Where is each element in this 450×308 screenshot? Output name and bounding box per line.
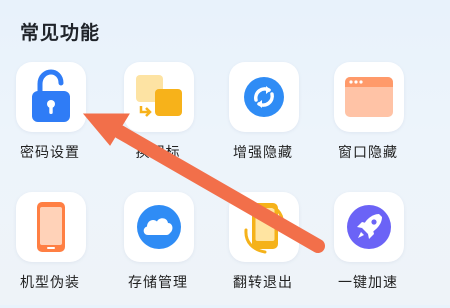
tile[interactable] [16,192,86,262]
feature-label: 增强隐藏 [233,145,293,161]
feature-storage-management[interactable]: 存储管理 [108,192,208,308]
feature-one-key-boost[interactable]: 一键加速 [318,192,418,308]
feature-label: 机型伪装 [20,275,80,291]
window-icon [345,77,393,117]
feature-label: 窗口隐藏 [338,145,398,161]
tile[interactable] [334,192,404,262]
tile[interactable] [229,192,299,262]
tile[interactable] [124,192,194,262]
phone-icon [37,202,65,252]
phone-rotate-icon [244,203,284,254]
tile[interactable] [229,62,299,132]
tile[interactable] [124,62,194,132]
feature-label: 换图标 [135,145,181,161]
tile[interactable] [16,62,86,132]
cloud-storage-icon [137,205,181,249]
feature-password-settings[interactable]: 密码设置 [0,62,100,178]
rocket-icon [347,205,391,249]
unlocked-padlock-icon [32,69,70,122]
feature-label: 存储管理 [128,275,188,291]
feature-label: 翻转退出 [233,275,293,291]
feature-grid: 密码设置 换图标 增强隐藏 窗口隐藏 机型伪装 存储管理 翻转退出 一键加速 [0,0,450,305]
feature-device-disguise[interactable]: 机型伪装 [0,192,100,308]
feature-enhanced-hide[interactable]: 增强隐藏 [213,62,313,178]
change-icon-squares-icon [136,75,182,117]
feature-change-icon[interactable]: 换图标 [108,62,208,178]
refresh-circle-icon [244,77,284,117]
feature-flip-exit[interactable]: 翻转退出 [213,192,313,308]
feature-label: 一键加速 [338,275,398,291]
feature-window-hide[interactable]: 窗口隐藏 [318,62,418,178]
feature-label: 密码设置 [20,145,80,161]
tile[interactable] [334,62,404,132]
